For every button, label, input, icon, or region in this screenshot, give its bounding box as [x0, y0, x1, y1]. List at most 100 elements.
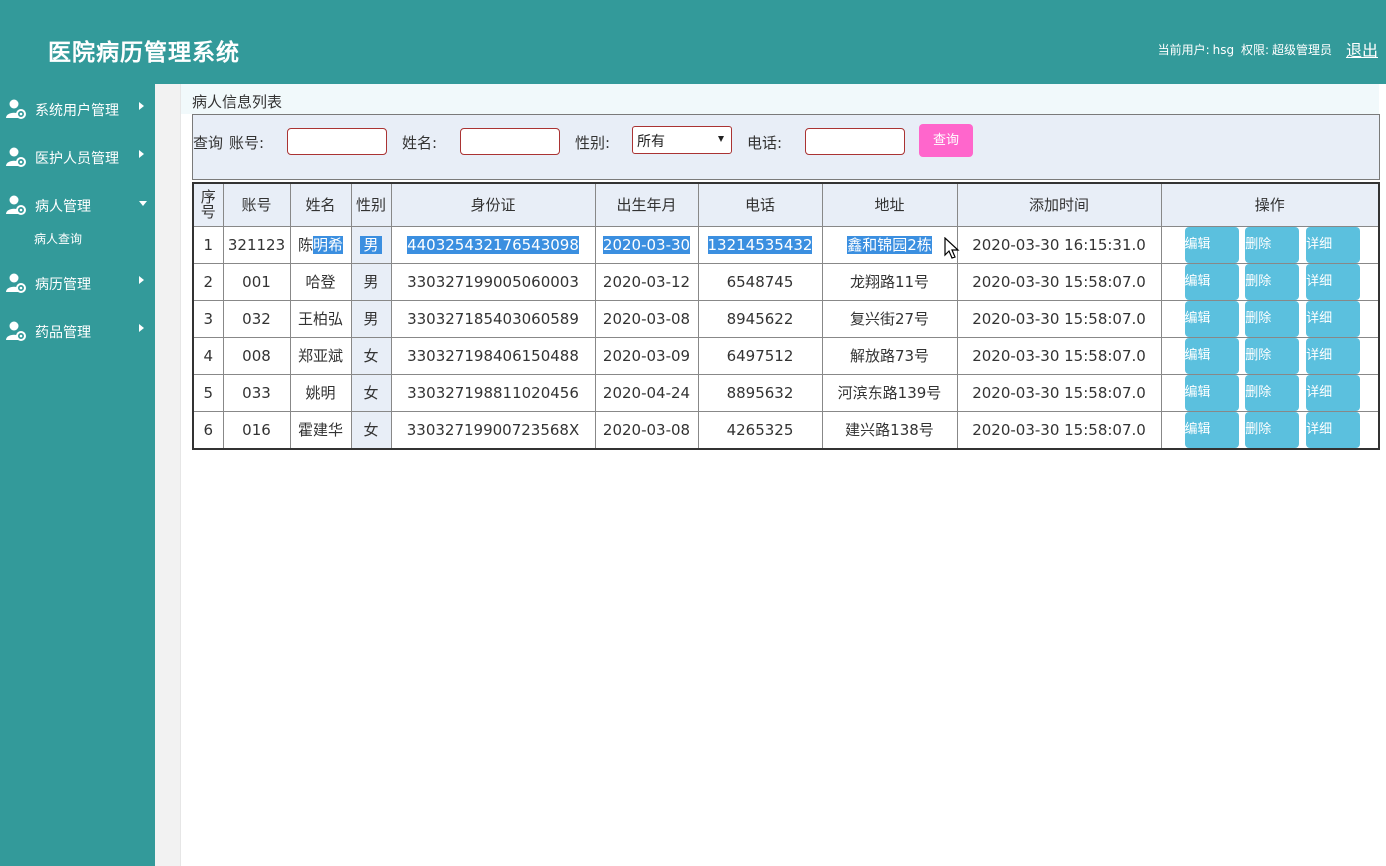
table-row: 2 001 哈登 男 330327199005060003 2020-03-12…: [192, 262, 1380, 301]
delete-button[interactable]: 删除: [1245, 337, 1300, 374]
cell-name: 陈明希: [289, 225, 352, 264]
cell-birth: 2020-03-30: [594, 225, 699, 264]
chevron-right-icon: [139, 324, 144, 332]
cell-birth: 2020-03-08: [594, 299, 699, 338]
sidebar-item-medical-staff[interactable]: 医护人员管理: [0, 136, 155, 176]
cell-name: 哈登: [289, 262, 352, 301]
birth-selected-text: 2020-03-30: [602, 235, 691, 254]
chevron-right-icon: [139, 276, 144, 284]
edit-button[interactable]: 编辑: [1184, 374, 1239, 411]
cell-phone: 8895632: [697, 373, 823, 412]
cell-name: 郑亚斌: [289, 336, 352, 375]
cell-added-time: 2020-03-30 15:58:07.0: [956, 373, 1162, 412]
cell-phone: 6548745: [697, 262, 823, 301]
cell-birth: 2020-03-09: [594, 336, 699, 375]
edit-button[interactable]: 编辑: [1184, 300, 1239, 337]
cell-address: 鑫和锦园2栋: [821, 225, 958, 264]
user-gear-icon: [6, 195, 26, 215]
cell-added-time: 2020-03-30 16:15:31.0: [956, 225, 1162, 264]
chevron-down-icon: [139, 201, 147, 206]
cell-phone: 8945622: [697, 299, 823, 338]
cell-no: 1: [192, 225, 224, 264]
cell-account: 016: [222, 410, 291, 449]
cell-no: 5: [192, 373, 224, 412]
detail-button[interactable]: 详细: [1306, 226, 1361, 263]
delete-button[interactable]: 删除: [1245, 411, 1300, 448]
cell-gender: 男: [350, 299, 392, 338]
phone-input[interactable]: [805, 128, 905, 155]
cell-gender: 女: [350, 336, 392, 375]
detail-button[interactable]: 详细: [1306, 411, 1361, 448]
cell-id-card: 330327198406150488: [390, 336, 596, 375]
cell-no: 6: [192, 410, 224, 449]
edit-button[interactable]: 编辑: [1184, 337, 1239, 374]
logout-link[interactable]: 退出: [1346, 37, 1378, 61]
name-input[interactable]: [460, 128, 560, 155]
name-part-unselected: 陈: [297, 236, 313, 254]
mouse-cursor-icon: [944, 237, 960, 259]
detail-button[interactable]: 详细: [1306, 263, 1361, 300]
edit-button[interactable]: 编辑: [1184, 411, 1239, 448]
detail-button[interactable]: 详细: [1306, 374, 1361, 411]
cell-address: 龙翔路11号: [821, 262, 958, 301]
cell-name: 姚明: [289, 373, 352, 412]
cell-actions: 编辑 删除 详细: [1160, 225, 1380, 264]
cell-gender: 男: [350, 262, 392, 301]
address-selected-text: 鑫和锦园2栋: [847, 236, 932, 254]
cell-id-card: 330327199005060003: [390, 262, 596, 301]
cell-name: 王柏弘: [289, 299, 352, 338]
delete-button[interactable]: 删除: [1245, 374, 1300, 411]
cell-birth: 2020-03-12: [594, 262, 699, 301]
sidebar-item-label: 医护人员管理: [35, 151, 119, 167]
cell-added-time: 2020-03-30 15:58:07.0: [956, 336, 1162, 375]
gender-selected-text: 男: [360, 236, 382, 254]
edit-button[interactable]: 编辑: [1184, 226, 1239, 263]
detail-button[interactable]: 详细: [1306, 337, 1361, 374]
phone-selected-text: 13214535432: [707, 235, 813, 254]
sidebar-item-system-users[interactable]: 系统用户管理: [0, 88, 155, 128]
current-user-name: hsg: [1212, 43, 1235, 57]
sidebar-item-medical-records[interactable]: 病历管理: [0, 262, 155, 302]
sidebar-item-label: 药品管理: [35, 325, 91, 341]
delete-button[interactable]: 删除: [1245, 300, 1300, 337]
cell-account: 032: [222, 299, 291, 338]
account-input[interactable]: [287, 128, 387, 155]
query-prefix-label: 查询: [193, 134, 224, 152]
cell-added-time: 2020-03-30 15:58:07.0: [956, 410, 1162, 449]
cell-address: 解放路73号: [821, 336, 958, 375]
account-label: 账号:: [229, 134, 265, 152]
sidebar-item-label: 病历管理: [35, 277, 91, 293]
gender-select[interactable]: 所有: [632, 126, 732, 154]
column-header-account: 账号: [222, 182, 291, 227]
cell-gender: 男: [350, 225, 392, 264]
content-gutter: [155, 84, 181, 866]
current-user-label: 当前用户:: [1157, 43, 1210, 57]
cell-address: 建兴路138号: [821, 410, 958, 449]
detail-button[interactable]: 详细: [1306, 300, 1361, 337]
edit-button[interactable]: 编辑: [1184, 263, 1239, 300]
cell-no: 4: [192, 336, 224, 375]
gender-label: 性别:: [575, 134, 611, 152]
cell-account: 001: [222, 262, 291, 301]
cell-id-card: 330327185403060589: [390, 299, 596, 338]
delete-button[interactable]: 删除: [1245, 263, 1300, 300]
delete-button[interactable]: 删除: [1245, 226, 1300, 263]
id-card-selected-text: 440325432176543098: [407, 235, 579, 254]
cell-actions: 编辑 删除 详细: [1160, 373, 1380, 412]
sidebar-item-label: 病人管理: [35, 199, 91, 215]
cell-actions: 编辑 删除 详细: [1160, 336, 1380, 375]
sidebar-subitem-patient-query[interactable]: 病人查询: [34, 230, 82, 247]
user-gear-icon: [6, 273, 26, 293]
cell-birth: 2020-03-08: [594, 410, 699, 449]
query-button[interactable]: 查询: [919, 124, 973, 157]
cell-phone: 4265325: [697, 410, 823, 449]
cell-id-card: 330327198811020456: [390, 373, 596, 412]
sidebar-item-patients[interactable]: 病人管理: [0, 184, 155, 224]
cell-actions: 编辑 删除 详细: [1160, 262, 1380, 301]
sidebar-item-medicines[interactable]: 药品管理: [0, 310, 155, 350]
cell-phone: 6497512: [697, 336, 823, 375]
user-gear-icon: [6, 321, 26, 341]
user-info: 当前用户: hsg 权限: 超级管理员: [1155, 41, 1332, 58]
table-row: 6 016 霍建华 女 33032719900723568X 2020-03-0…: [192, 410, 1380, 449]
cell-actions: 编辑 删除 详细: [1160, 410, 1380, 449]
